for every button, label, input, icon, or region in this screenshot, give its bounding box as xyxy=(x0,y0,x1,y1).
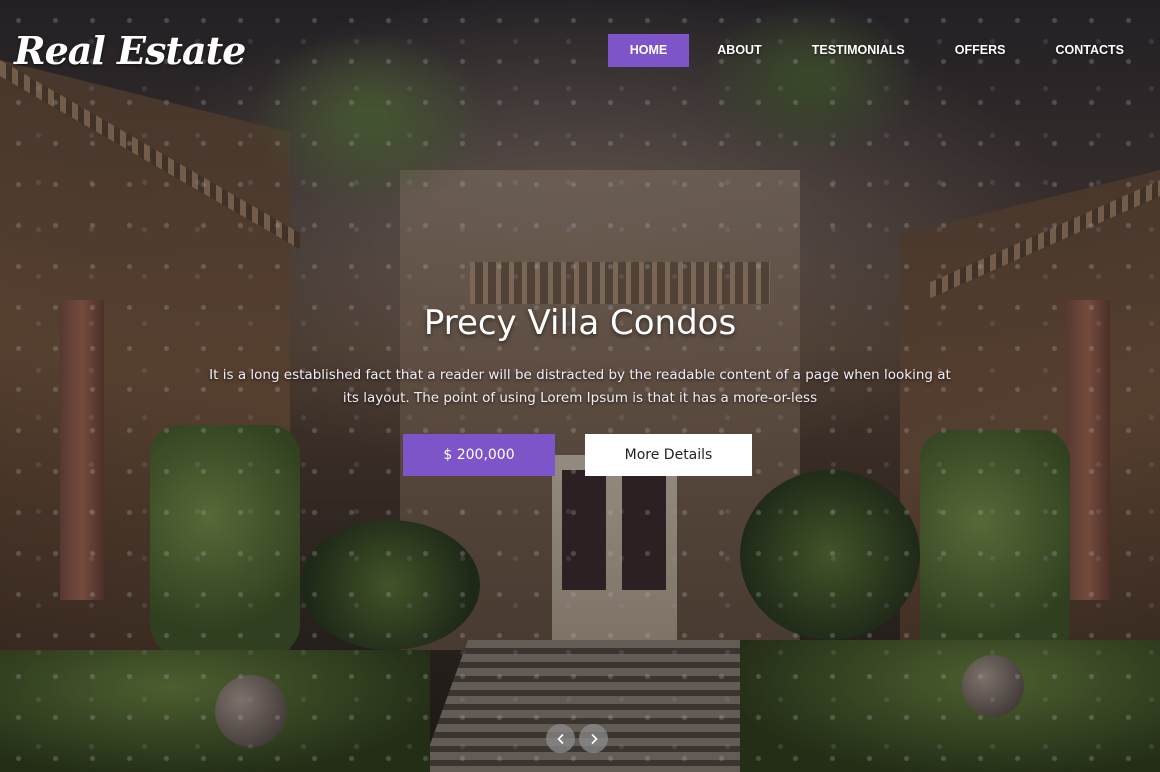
chevron-right-icon xyxy=(590,733,598,744)
site-logo[interactable]: Real Estate xyxy=(14,26,246,76)
hero-title: Precy Villa Condos xyxy=(423,303,737,343)
nav-item-contacts[interactable]: CONTACTS xyxy=(1033,34,1146,67)
more-details-button[interactable]: More Details xyxy=(585,434,752,476)
hero-description: It is a long established fact that a rea… xyxy=(209,367,951,406)
price-button[interactable]: $ 200,000 xyxy=(403,434,555,476)
slider-prev-button[interactable] xyxy=(546,724,575,753)
slider-next-button[interactable] xyxy=(579,724,608,753)
hero-section: Real Estate HOME ABOUT TESTIMONIALS OFFE… xyxy=(0,0,1160,772)
nav-item-about[interactable]: ABOUT xyxy=(695,34,783,67)
chevron-left-icon xyxy=(556,733,564,744)
nav-item-testimonials[interactable]: TESTIMONIALS xyxy=(790,34,927,67)
main-nav: HOME ABOUT TESTIMONIALS OFFERS CONTACTS xyxy=(602,34,1146,67)
nav-item-offers[interactable]: OFFERS xyxy=(933,34,1028,67)
nav-item-home[interactable]: HOME xyxy=(607,34,690,67)
